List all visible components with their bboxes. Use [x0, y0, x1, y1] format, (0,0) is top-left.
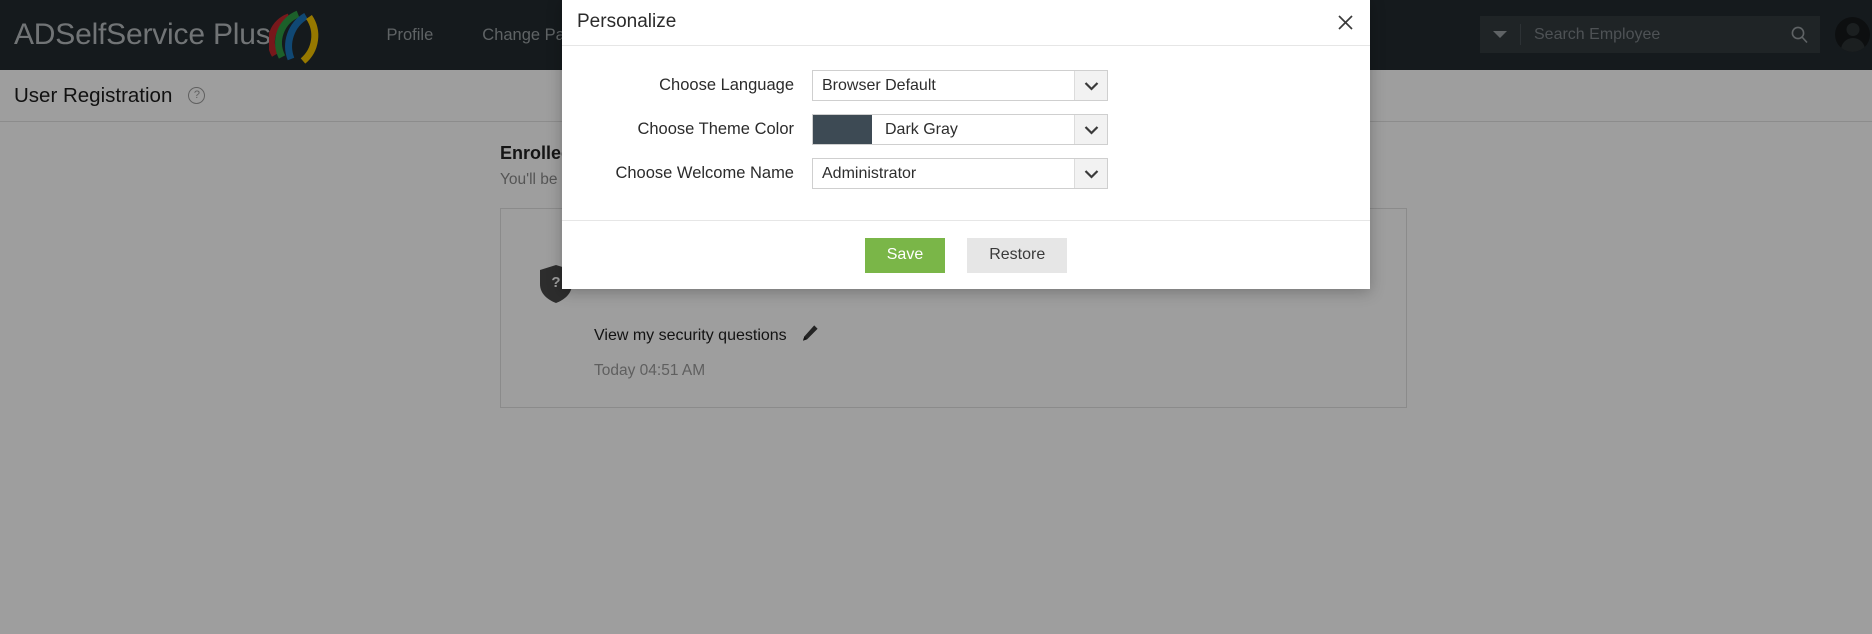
label-choose-language: Choose Language	[659, 76, 794, 94]
chevron-down-icon	[1074, 71, 1107, 100]
label-choose-theme-color: Choose Theme Color	[637, 120, 794, 138]
close-icon[interactable]	[1334, 11, 1356, 33]
dialog-title: Personalize	[577, 11, 677, 32]
theme-color-swatch	[813, 115, 872, 144]
dialog-footer: Save Restore	[562, 220, 1370, 289]
field-row-welcome-name: Choose Welcome Name Administrator	[562, 156, 1370, 191]
language-select[interactable]: Browser Default	[812, 70, 1108, 101]
dialog-header: Personalize	[562, 0, 1370, 46]
chevron-down-icon	[1074, 115, 1107, 144]
personalize-dialog: Personalize Choose Language Browser Defa…	[562, 0, 1370, 289]
dialog-body: Choose Language Browser Default Choose T…	[562, 46, 1370, 220]
language-select-value: Browser Default	[822, 76, 936, 94]
theme-color-select[interactable]: Dark Gray	[812, 114, 1108, 145]
field-row-language: Choose Language Browser Default	[562, 68, 1370, 103]
chevron-down-icon	[1074, 159, 1107, 188]
save-button[interactable]: Save	[864, 237, 946, 273]
restore-button[interactable]: Restore	[967, 237, 1068, 273]
field-row-theme-color: Choose Theme Color Dark Gray	[562, 112, 1370, 147]
close-glyph	[1337, 14, 1353, 30]
welcome-name-select-value: Administrator	[822, 164, 917, 182]
label-choose-welcome-name: Choose Welcome Name	[615, 164, 794, 182]
theme-color-select-value: Dark Gray	[885, 120, 958, 138]
welcome-name-select[interactable]: Administrator	[812, 158, 1108, 189]
